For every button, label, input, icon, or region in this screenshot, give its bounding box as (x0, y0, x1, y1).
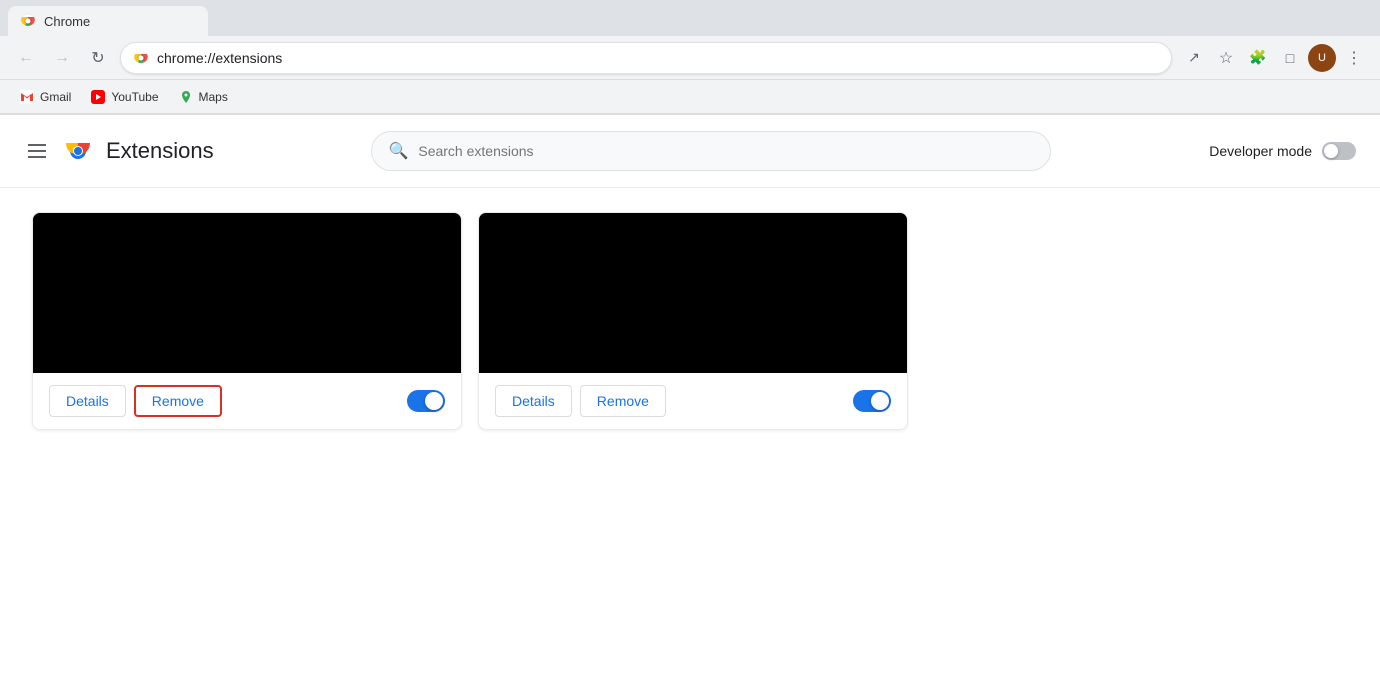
star-icon: ☆ (1219, 48, 1233, 68)
extension-details-button-2[interactable]: Details (495, 385, 572, 417)
hamburger-line-3 (28, 156, 46, 158)
nav-actions: ↗ ☆ 🧩 □ U ⋮ (1180, 44, 1368, 72)
bookmark-maps[interactable]: Maps (171, 86, 236, 108)
page-title: Extensions (106, 138, 214, 164)
extension-remove-button-1[interactable]: Remove (134, 385, 222, 417)
hamburger-line-2 (28, 150, 46, 152)
refresh-button[interactable]: ↻ (84, 44, 112, 72)
extension-remove-button-2[interactable]: Remove (580, 385, 666, 417)
extension-toggle-2[interactable] (853, 390, 891, 412)
search-icon: 🔍 (388, 141, 408, 161)
extension-preview-2 (479, 213, 907, 373)
forward-button[interactable]: → (48, 44, 76, 72)
active-tab[interactable]: Chrome (8, 6, 208, 36)
share-icon: ↗ (1188, 49, 1200, 66)
extension-preview-1 (33, 213, 461, 373)
gmail-favicon (20, 90, 34, 104)
refresh-icon: ↻ (91, 48, 104, 68)
extensions-button[interactable]: 🧩 (1244, 44, 1272, 72)
toggle-thumb (1324, 144, 1338, 158)
hamburger-menu-button[interactable] (24, 140, 50, 162)
back-button[interactable]: ← (12, 44, 40, 72)
extensions-grid: Details Remove Details Remove (0, 188, 1380, 454)
profile-avatar[interactable]: U (1308, 44, 1336, 72)
tab-favicon-chrome (20, 13, 36, 29)
bookmark-maps-label: Maps (199, 90, 228, 104)
ext-toggle-thumb-2 (871, 392, 889, 410)
address-favicon (133, 50, 149, 66)
bookmark-gmail-label: Gmail (40, 90, 71, 104)
chrome-logo (62, 135, 94, 167)
split-view-button[interactable]: □ (1276, 44, 1304, 72)
forward-icon: → (54, 49, 70, 67)
address-bar[interactable]: chrome://extensions (120, 42, 1172, 74)
extension-actions-1: Details Remove (33, 373, 461, 429)
extension-card-1: Details Remove (32, 212, 462, 430)
youtube-favicon (91, 90, 105, 104)
bookmark-youtube-label: YouTube (111, 90, 158, 104)
bookmarks-bar: Gmail YouTube Maps (0, 80, 1380, 114)
developer-mode-container: Developer mode (1209, 142, 1356, 160)
split-icon: □ (1286, 50, 1294, 66)
extensions-header: Extensions 🔍 Developer mode (0, 115, 1380, 188)
nav-bar: ← → ↻ chrome://extensions ↗ ☆ (0, 36, 1380, 80)
tab-title: Chrome (44, 14, 90, 29)
developer-mode-toggle[interactable] (1322, 142, 1356, 160)
address-text: chrome://extensions (157, 50, 282, 66)
page-content: Extensions 🔍 Developer mode Details Remo… (0, 115, 1380, 686)
share-button[interactable]: ↗ (1180, 44, 1208, 72)
hamburger-line-1 (28, 144, 46, 146)
search-input[interactable] (418, 143, 1034, 159)
extensions-icon: 🧩 (1249, 49, 1266, 66)
extension-details-button-1[interactable]: Details (49, 385, 126, 417)
extension-actions-2: Details Remove (479, 373, 907, 429)
chrome-menu-button[interactable]: ⋮ (1340, 44, 1368, 72)
extension-card-2: Details Remove (478, 212, 908, 430)
bookmark-gmail[interactable]: Gmail (12, 86, 79, 108)
extension-toggle-1[interactable] (407, 390, 445, 412)
tab-bar: Chrome (0, 0, 1380, 36)
developer-mode-label: Developer mode (1209, 143, 1312, 159)
bookmark-button[interactable]: ☆ (1212, 44, 1240, 72)
search-container: 🔍 (226, 131, 1198, 171)
bookmark-youtube[interactable]: YouTube (83, 86, 166, 108)
browser-chrome: Chrome ← → ↻ chrome://extensions (0, 0, 1380, 115)
vertical-dots-icon: ⋮ (1346, 48, 1362, 68)
search-bar[interactable]: 🔍 (371, 131, 1051, 171)
ext-toggle-thumb-1 (425, 392, 443, 410)
back-icon: ← (18, 49, 34, 67)
maps-favicon (179, 90, 193, 104)
avatar-initial: U (1318, 52, 1326, 64)
